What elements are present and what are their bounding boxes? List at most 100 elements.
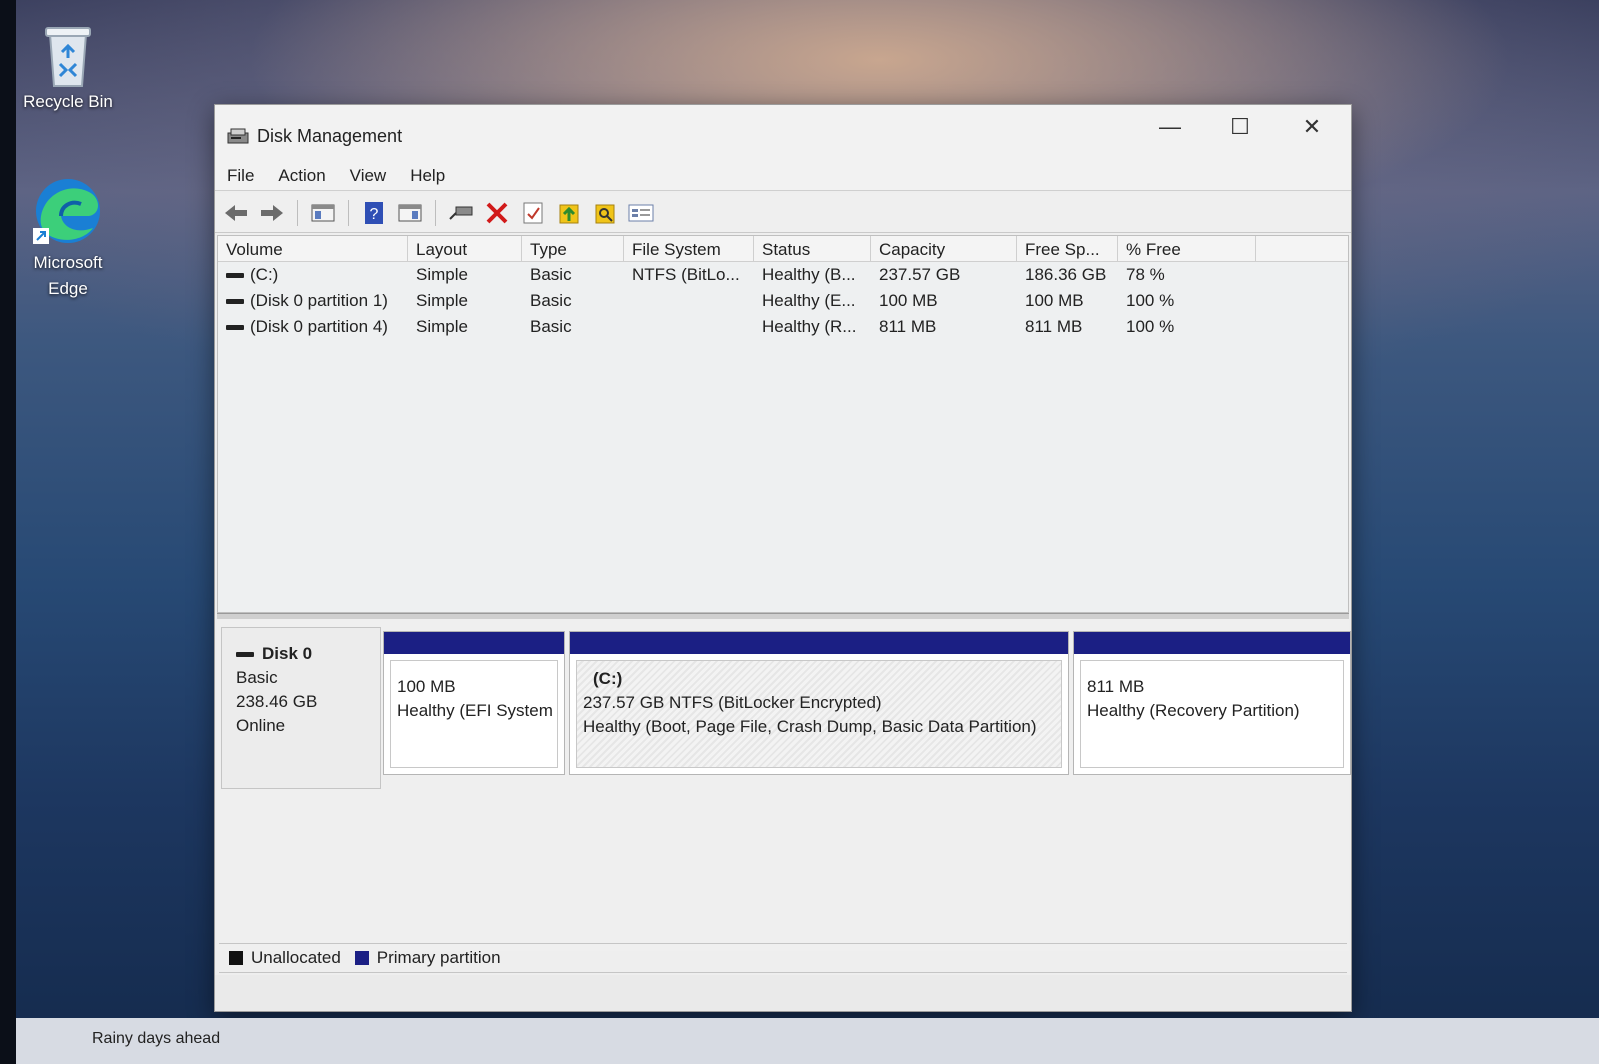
edge-label: Microsoft Edge	[33, 253, 103, 298]
forward-arrow-icon	[261, 204, 283, 221]
toolbar-separator	[348, 199, 349, 226]
back-arrow-icon	[225, 204, 247, 221]
weather-widget-text[interactable]: Rainy days ahead	[92, 1030, 220, 1048]
partition-efi[interactable]: 100 MB Healthy (EFI System	[383, 631, 565, 775]
partition-status: Healthy (EFI System	[397, 701, 553, 720]
checklist-icon	[523, 202, 543, 223]
layout-cell: Simple	[416, 317, 468, 336]
find-button[interactable]	[590, 198, 620, 228]
connect-icon	[449, 206, 473, 220]
forward-button[interactable]	[257, 198, 287, 228]
volume-row[interactable]: (Disk 0 partition 4) Simple Basic Health…	[218, 314, 1348, 340]
layout-cell: Simple	[416, 265, 468, 284]
type-cell: Basic	[530, 291, 572, 310]
desktop-edge	[0, 0, 16, 1064]
maximize-button[interactable]: ☐	[1205, 105, 1275, 149]
status-cell: Healthy (E...	[762, 291, 856, 310]
column-header-layout[interactable]: Layout	[408, 236, 522, 261]
free-space-cell: 811 MB	[1025, 317, 1083, 336]
edge-icon	[33, 179, 100, 244]
show-hide-icon	[398, 204, 422, 221]
menu-file[interactable]: File	[227, 163, 266, 190]
export-button[interactable]	[554, 198, 584, 228]
column-header-status[interactable]: Status	[754, 236, 871, 261]
partition-details: (C:) 237.57 GB NTFS (BitLocker Encrypted…	[576, 660, 1062, 768]
svg-text:?: ?	[370, 206, 379, 223]
partition-size: 811 MB	[1087, 677, 1145, 696]
disk-info[interactable]: Disk 0 Basic 238.46 GB Online	[221, 627, 381, 789]
percent-free-cell: 78 %	[1126, 265, 1165, 284]
capacity-cell: 237.57 GB	[879, 265, 961, 284]
column-header-type[interactable]: Type	[522, 236, 624, 261]
status-cell: Healthy (R...	[762, 317, 857, 336]
volume-list: Volume Layout Type File System Status Ca…	[217, 235, 1349, 613]
partition-recovery[interactable]: 811 MB Healthy (Recovery Partition)	[1073, 631, 1351, 775]
console-tree-icon	[311, 204, 335, 221]
column-header-free-space[interactable]: Free Sp...	[1017, 236, 1118, 261]
close-button[interactable]: ✕	[1277, 105, 1347, 149]
title-bar[interactable]: Disk Management — ☐ ✕	[215, 105, 1351, 163]
properties-button[interactable]	[626, 198, 656, 228]
recycle-bin-shortcut[interactable]: Recycle Bin	[18, 24, 118, 112]
checklist-button[interactable]	[518, 198, 548, 228]
menu-bar: File Action View Help	[215, 163, 1351, 191]
minimize-button[interactable]: —	[1135, 105, 1205, 149]
partition-c[interactable]: (C:) 237.57 GB NTFS (BitLocker Encrypted…	[569, 631, 1069, 775]
volume-cell: (C:)	[218, 265, 408, 285]
delete-button[interactable]	[482, 198, 512, 228]
properties-icon	[628, 204, 654, 221]
recycle-bin-icon	[45, 27, 91, 87]
volume-name: (Disk 0 partition 1)	[250, 291, 388, 310]
legend: Unallocated Primary partition	[219, 943, 1347, 973]
disk-graphical-view: Disk 0 Basic 238.46 GB Online 100 MB Hea…	[217, 619, 1351, 951]
column-header-percent-free[interactable]: % Free	[1118, 236, 1256, 261]
file-system-cell: NTFS (BitLo...	[632, 265, 740, 284]
column-header-volume[interactable]: Volume	[218, 236, 408, 261]
type-cell: Basic	[530, 265, 572, 284]
disk-name-row: Disk 0	[236, 642, 380, 666]
find-icon	[595, 204, 615, 223]
legend-primary-partition: Primary partition	[376, 948, 501, 967]
taskbar: Rainy days ahead	[16, 1018, 1599, 1064]
disk-management-window: Disk Management — ☐ ✕ File Action View H…	[214, 104, 1352, 1012]
partition-status: Healthy (Recovery Partition)	[1087, 701, 1300, 720]
back-button[interactable]	[221, 198, 251, 228]
connect-button[interactable]	[446, 198, 476, 228]
free-space-cell: 100 MB	[1025, 291, 1084, 310]
column-header-file-system[interactable]: File System	[624, 236, 754, 261]
capacity-cell: 811 MB	[879, 317, 937, 336]
disk-size: 238.46 GB	[236, 692, 318, 711]
menu-action[interactable]: Action	[278, 163, 337, 190]
partition-type-bar	[384, 632, 564, 654]
menu-view[interactable]: View	[350, 163, 399, 190]
toolbar-separator	[297, 199, 298, 226]
volume-row[interactable]: (C:) Simple Basic NTFS (BitLo... Healthy…	[218, 262, 1348, 288]
show-hide-button[interactable]	[395, 198, 425, 228]
partition-size: 100 MB	[397, 677, 456, 696]
toolbar: ?	[215, 193, 1351, 233]
edge-shortcut[interactable]: Microsoft Edge	[18, 176, 118, 302]
toolbar-separator	[435, 199, 436, 226]
disk-icon	[236, 651, 254, 657]
volume-row[interactable]: (Disk 0 partition 1) Simple Basic Health…	[218, 288, 1348, 314]
menu-help[interactable]: Help	[410, 163, 457, 190]
export-icon	[559, 204, 579, 223]
help-button[interactable]: ?	[359, 198, 389, 228]
disk-state: Online	[236, 716, 286, 735]
drive-icon	[226, 272, 244, 278]
window-title: Disk Management	[257, 126, 403, 146]
partition-type-bar	[570, 632, 1068, 654]
layout-cell: Simple	[416, 291, 468, 310]
capacity-cell: 100 MB	[879, 291, 938, 310]
console-tree-button[interactable]	[308, 198, 338, 228]
partition-type-bar	[1074, 632, 1350, 654]
volume-list-header: Volume Layout Type File System Status Ca…	[218, 236, 1348, 262]
volume-cell: (Disk 0 partition 4)	[218, 317, 408, 337]
status-bar	[215, 975, 1351, 1011]
percent-free-cell: 100 %	[1126, 317, 1175, 336]
partition-status: Healthy (Boot, Page File, Crash Dump, Ba…	[583, 717, 1037, 736]
type-cell: Basic	[530, 317, 572, 336]
delete-icon	[486, 202, 508, 223]
column-header-capacity[interactable]: Capacity	[871, 236, 1017, 261]
partition-title: (C:)	[593, 669, 623, 688]
